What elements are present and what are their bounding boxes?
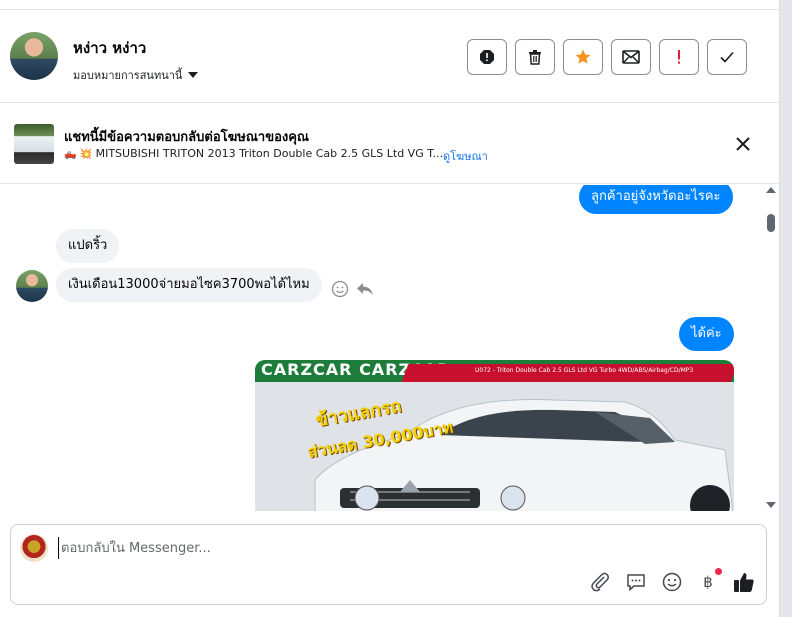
page-avatar: [20, 534, 48, 562]
report-icon: [480, 50, 494, 64]
saved-reply-icon: [627, 574, 645, 592]
ad-reply-notice: แชทนี้มีข้อความตอบกลับต่อโฆษณาของคุณ: [64, 130, 309, 145]
like-button[interactable]: [733, 571, 755, 593]
baht-icon: ฿: [703, 573, 713, 591]
ad-product-name: MITSUBISHI TRITON 2013 Triton Double Cab…: [95, 147, 444, 160]
conversation-header: หง่าว หง่าว มอบหมายการสนทนานี้: [0, 10, 779, 103]
assign-label: มอบหมายการสนทนานี้: [73, 69, 183, 82]
delete-button[interactable]: [515, 39, 555, 75]
like-icon: [734, 573, 754, 592]
emoji-icon: [662, 572, 682, 592]
check-icon: [720, 51, 734, 63]
reply-composer: ฿: [10, 524, 767, 605]
ad-thumbnail[interactable]: [14, 124, 54, 164]
ad-emoji: 🛻 💥: [64, 149, 93, 160]
view-ad-link[interactable]: ดูโฆษณา: [443, 147, 488, 165]
saved-replies-button[interactable]: [625, 571, 647, 593]
emoji-button[interactable]: [661, 571, 683, 593]
pickup-truck-illustration: [314, 398, 734, 511]
ad-context-bar: แชทนี้มีข้อความตอบกลับต่อโฆษณาของคุณ 🛻 💥…: [0, 104, 779, 184]
contact-name[interactable]: หง่าว หง่าว: [73, 36, 146, 60]
emoji-reaction-icon[interactable]: [331, 280, 349, 298]
message-thread[interactable]: ลูกค้าอยู่จังหวัดอะไรคะ แปดริ้ว เงินเดือ…: [0, 185, 765, 511]
star-icon: [575, 49, 591, 64]
contact-avatar[interactable]: [10, 32, 58, 80]
page-scrollbar[interactable]: [779, 0, 792, 617]
mark-done-button[interactable]: [707, 39, 747, 75]
message-bubble-incoming[interactable]: แปดริ้ว: [56, 229, 120, 263]
follow-up-button[interactable]: [659, 39, 699, 75]
exclamation-icon: [678, 50, 680, 64]
scroll-up-arrow[interactable]: [766, 187, 776, 193]
payment-button[interactable]: ฿: [697, 568, 722, 593]
caret-down-icon: [188, 72, 199, 78]
sender-avatar[interactable]: [16, 270, 48, 302]
assign-conversation-dropdown[interactable]: มอบหมายการสนทนานี้: [73, 66, 199, 84]
trash-icon: [529, 50, 541, 65]
ad-subtitle: 🛻 💥 MITSUBISHI TRITON 2013 Triton Double…: [64, 147, 443, 160]
message-bubble-outgoing[interactable]: ได้ค่ะ: [679, 317, 734, 351]
car-ad-image[interactable]: CARZCAR CARZCAR U072 - Triton Double Cab…: [255, 360, 734, 511]
attach-button[interactable]: [589, 571, 611, 593]
thread-scrollbar-thumb[interactable]: [767, 214, 775, 232]
scroll-down-arrow[interactable]: [766, 502, 776, 508]
mail-icon: [622, 50, 640, 64]
header-actions: [467, 39, 747, 75]
reply-icon[interactable]: [356, 280, 374, 298]
close-icon[interactable]: [733, 134, 753, 154]
notification-dot: [715, 568, 722, 575]
messenger-inbox-view: หง่าว หง่าว มอบหมายการสนทนานี้ แชทนี้มีข…: [0, 0, 792, 617]
composer-tools: ฿: [589, 568, 755, 593]
attach-icon: [591, 572, 609, 592]
message-bubble-incoming[interactable]: เงินเดือน13000จ่ายมอไซค3700พอได้ไหม: [56, 268, 322, 302]
message-bubble-outgoing[interactable]: ลูกค้าอยู่จังหวัดอะไรคะ: [579, 185, 733, 214]
mark-unread-button[interactable]: [611, 39, 651, 75]
star-button[interactable]: [563, 39, 603, 75]
report-button[interactable]: [467, 39, 507, 75]
reply-input[interactable]: [58, 537, 658, 559]
